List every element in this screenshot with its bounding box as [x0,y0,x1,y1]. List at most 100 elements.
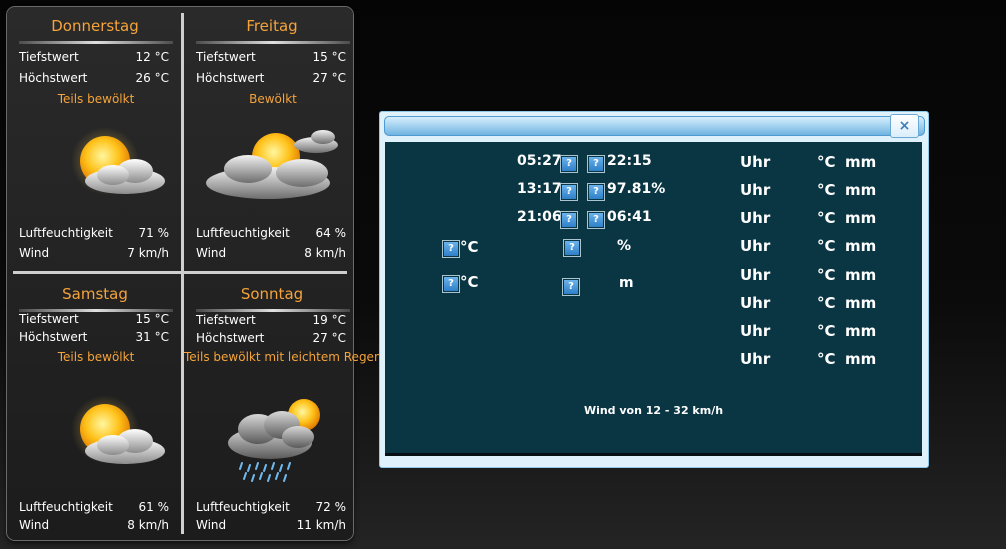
high-temp-row: Höchstwert 27 °C [196,330,346,346]
wind-label: Wind [196,518,227,532]
day-card-friday: Freitag Tiefstwert 15 °C Höchstwert 27 °… [190,7,354,265]
placeholder-image-icon: ? [587,183,605,201]
mm-label: mm [845,266,877,284]
wind-value: 8 km/h [304,246,346,260]
uhr-label: Uhr [740,322,771,340]
high-temp-value: 27 °C [312,71,346,85]
humidity-label: Luftfeuchtigkeit [19,226,113,240]
day-name: Freitag [246,17,298,35]
humidity-value: 61 % [138,500,170,514]
wind-row: Wind 11 km/h [196,517,346,533]
placeholder-image-icon: ? [560,211,578,229]
high-temp-label: Höchstwert [19,330,88,344]
day-card-sunday: Sonntag Tiefstwert 19 °C Höchstwert 27 °… [184,275,382,533]
dialog-titlebar[interactable] [384,116,925,136]
wind-row: Wind 8 km/h [196,245,346,261]
day-card-thursday: Donnerstag Tiefstwert 12 °C Höchstwert 2… [13,7,177,265]
partly-cloudy-icon [35,393,175,486]
low-temp-label: Tiefstwert [19,50,79,64]
light-rain-icon [220,393,350,496]
low-temp-row: Tiefstwert 12 °C [19,49,169,65]
low-temp-row: Tiefstwert 15 °C [19,311,169,327]
high-temp-value: 31 °C [135,330,169,344]
high-temp-row: Höchstwert 26 °C [19,70,169,86]
humidity-row: Luftfeuchtigkeit 61 % [19,499,169,515]
uhr-label: Uhr [740,350,771,368]
condition-text: Teils bewölkt [57,350,135,364]
forecast-panel: Donnerstag Tiefstwert 12 °C Höchstwert 2… [7,7,382,540]
celsius-label: °C [817,209,836,227]
wind-row: Wind 7 km/h [19,245,169,261]
meter-unit: m [619,275,634,291]
day-name-underline [196,41,350,44]
day-name: Samstag [62,285,128,303]
humidity-value: 72 % [315,500,347,514]
day-card-saturday: Samstag Tiefstwert 15 °C Höchstwert 31 °… [13,275,177,533]
high-temp-row: Höchstwert 27 °C [196,70,346,86]
wind-label: Wind [196,246,227,260]
celsius-label: °C [817,153,836,171]
condition-text: Teils bewölkt [57,92,135,106]
low-temp-label: Tiefstwert [196,50,256,64]
low-temp-label: Tiefstwert [19,312,79,326]
low-temp-value: 15 °C [312,50,346,64]
high-temp-value: 26 °C [135,71,169,85]
mm-label: mm [845,237,877,255]
placeholder-image-icon: ? [587,211,605,229]
condition-text: Bewölkt [249,92,297,106]
low-temp-value: 12 °C [135,50,169,64]
condition-text: Teils bewölkt mit leichtem Regen [184,350,382,364]
uhr-label: Uhr [740,153,771,171]
placeholder-image-icon: ? [562,278,580,296]
time-value: 21:06 [517,209,562,225]
low-temp-value: 15 °C [135,312,169,326]
time-value: 22:15 [607,153,652,169]
temperature-unit: °C [460,273,479,291]
close-button[interactable]: × [890,114,919,138]
placeholder-image-icon: ? [587,155,605,173]
uhr-label: Uhr [740,294,771,312]
celsius-label: °C [817,294,836,312]
percent-value: 97.81% [607,181,666,197]
placeholder-image-icon: ? [563,239,581,257]
mm-label: mm [845,350,877,368]
humidity-value: 71 % [138,226,170,240]
humidity-value: 64 % [315,226,347,240]
high-temp-row: Höchstwert 31 °C [19,329,169,345]
day-name-underline [19,41,173,44]
high-temp-label: Höchstwert [196,71,265,85]
high-temp-value: 27 °C [312,331,346,345]
horizontal-divider [13,271,347,274]
mm-label: mm [845,209,877,227]
high-temp-label: Höchstwert [196,331,265,345]
temperature-unit: °C [460,238,479,256]
high-temp-label: Höchstwert [19,71,88,85]
time-value: 06:41 [607,209,652,225]
low-temp-value: 19 °C [312,313,346,327]
time-value: 05:27 [517,153,562,169]
humidity-row: Luftfeuchtigkeit 64 % [196,225,346,241]
partly-cloudy-icon [35,123,175,216]
uhr-label: Uhr [740,181,771,199]
uhr-label: Uhr [740,237,771,255]
mm-label: mm [845,181,877,199]
low-temp-label: Tiefstwert [196,313,256,327]
wind-label: Wind [19,246,50,260]
placeholder-image-icon: ? [442,240,460,258]
low-temp-row: Tiefstwert 15 °C [196,49,346,65]
humidity-label: Luftfeuchtigkeit [196,500,290,514]
weather-detail-dialog: × 05:27 ? ? 22:15 13:17 ? ? 97.81% 21:06… [379,111,929,468]
placeholder-image-icon: ? [560,155,578,173]
uhr-label: Uhr [740,209,771,227]
low-temp-row: Tiefstwert 19 °C [196,312,346,328]
humidity-row: Luftfeuchtigkeit 72 % [196,499,346,515]
celsius-label: °C [817,237,836,255]
celsius-label: °C [817,350,836,368]
celsius-label: °C [817,181,836,199]
uhr-label: Uhr [740,266,771,284]
mm-label: mm [845,322,877,340]
celsius-label: °C [817,266,836,284]
cloudy-icon [198,121,348,218]
humidity-row: Luftfeuchtigkeit 71 % [19,225,169,241]
mm-label: mm [845,294,877,312]
